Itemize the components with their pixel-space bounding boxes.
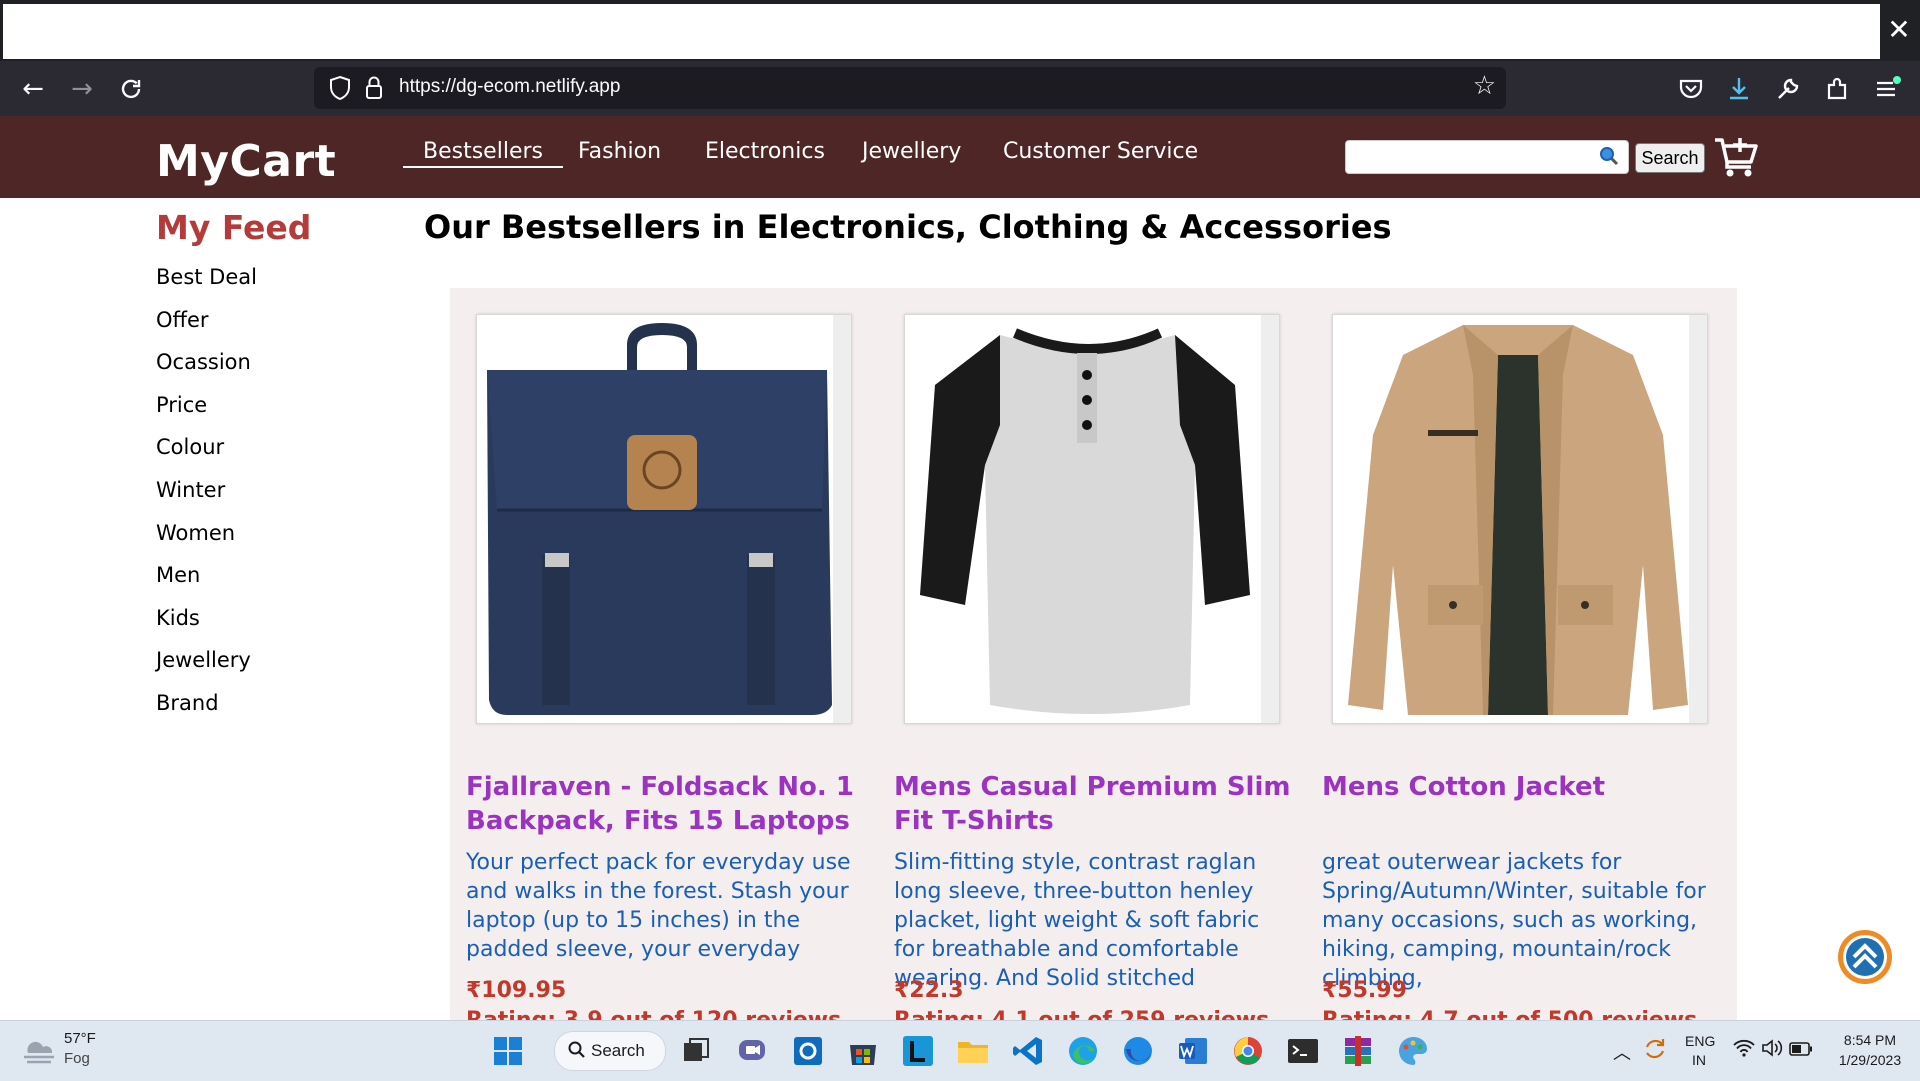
reload-icon[interactable] — [111, 69, 151, 109]
product-grid: Fjallraven - Foldsack No. 1 Backpack, Fi… — [450, 288, 1737, 1033]
windows-start-icon[interactable] — [490, 1033, 526, 1069]
search-button[interactable]: Search — [1635, 143, 1705, 173]
download-icon[interactable] — [1722, 72, 1756, 106]
vscode-icon[interactable] — [1010, 1033, 1046, 1069]
browser-toolbar: ← → https://dg-ecom.netlify.app ☆ — [0, 61, 1920, 116]
url-text[interactable]: https://dg-ecom.netlify.app — [399, 76, 620, 98]
taskbar-search-label: Search — [591, 1041, 645, 1060]
product-price: ₹109.95 — [466, 978, 567, 1003]
clock-date[interactable]: 1/29/2023 — [1828, 1052, 1912, 1068]
product-description: great outerwear jackets for Spring/Autum… — [1322, 850, 1706, 991]
product-image-backpack[interactable] — [476, 314, 852, 724]
bookmark-star-icon[interactable]: ☆ — [1473, 71, 1496, 101]
feed-item-women[interactable]: Women — [156, 518, 257, 561]
site-header: MyCart Bestsellers Fashion Electronics J… — [0, 116, 1920, 198]
back-arrow-icon[interactable]: ← — [13, 69, 53, 109]
app-icon-blue[interactable] — [790, 1033, 826, 1069]
search-input[interactable] — [1345, 140, 1629, 174]
scroll-to-top-button[interactable] — [1838, 930, 1892, 984]
file-explorer-icon[interactable] — [955, 1033, 991, 1069]
firefox-icon[interactable] — [1120, 1033, 1156, 1069]
windows-taskbar: 57°F Fog Search ︿ ENG IN 8:54 PM 1/29/20… — [0, 1020, 1920, 1081]
paint-icon[interactable] — [1395, 1033, 1431, 1069]
menu-icon[interactable] — [1869, 72, 1903, 106]
product-title[interactable]: Fjallraven - Foldsack No. 1 Backpack, Fi… — [466, 770, 866, 838]
chevron-up-icon[interactable]: ︿ — [1613, 1039, 1631, 1065]
site-logo[interactable]: MyCart — [156, 136, 336, 187]
battery-icon[interactable] — [1789, 1041, 1813, 1060]
feed-item-best-deal[interactable]: Best Deal — [156, 262, 257, 305]
chrome-icon[interactable] — [1230, 1033, 1266, 1069]
feed-item-offer[interactable]: Offer — [156, 305, 257, 348]
language-code[interactable]: ENG — [1685, 1033, 1715, 1049]
forward-arrow-icon[interactable]: → — [62, 69, 102, 109]
product-image-jacket[interactable] — [1332, 314, 1708, 724]
feed-item-ocassion[interactable]: Ocassion — [156, 347, 257, 390]
feed-item-colour[interactable]: Colour — [156, 432, 257, 475]
weather-desc[interactable]: Fog — [64, 1050, 90, 1067]
feed-title: My Feed — [156, 208, 312, 247]
feed-item-brand[interactable]: Brand — [156, 688, 257, 731]
nav-fashion[interactable]: Fashion — [578, 139, 661, 164]
nav-jewellery[interactable]: Jewellery — [862, 139, 961, 164]
sync-update-icon[interactable] — [1641, 1035, 1669, 1067]
taskbar-search[interactable]: Search — [554, 1031, 666, 1071]
feed-item-price[interactable]: Price — [156, 390, 257, 433]
app-icon-l[interactable] — [900, 1033, 936, 1069]
feed-list: Best Deal Offer Ocassion Price Colour Wi… — [156, 262, 257, 731]
browser-titlebar: ✕ — [0, 0, 1920, 61]
pocket-icon[interactable] — [1674, 72, 1708, 106]
product-description: Slim-fitting style, contrast raglan long… — [894, 850, 1260, 991]
task-view-icon[interactable] — [678, 1033, 714, 1069]
product-title[interactable]: Mens Cotton Jacket — [1322, 770, 1722, 804]
language-region[interactable]: IN — [1692, 1052, 1706, 1068]
feed-item-men[interactable]: Men — [156, 560, 257, 603]
cart-icon[interactable] — [1713, 134, 1759, 178]
nav-electronics[interactable]: Electronics — [705, 139, 825, 164]
product-price: ₹22.3 — [894, 978, 964, 1003]
wifi-icon[interactable] — [1733, 1039, 1755, 1061]
volume-icon[interactable] — [1761, 1039, 1783, 1061]
nav-bestsellers[interactable]: Bestsellers — [403, 139, 563, 168]
feed-item-jewellery[interactable]: Jewellery — [156, 645, 257, 688]
nav-customer-service[interactable]: Customer Service — [1003, 139, 1198, 164]
product-description: Your perfect pack for everyday use and w… — [466, 850, 851, 962]
fog-weather-icon[interactable] — [20, 1035, 58, 1067]
edge-icon[interactable] — [1065, 1033, 1101, 1069]
product-image-tshirt[interactable] — [904, 314, 1280, 724]
product-title[interactable]: Mens Casual Premium Slim Fit T-Shirts — [894, 770, 1294, 838]
teams-chat-icon[interactable] — [734, 1033, 770, 1069]
search-icon — [1598, 145, 1620, 167]
close-window-icon[interactable]: ✕ — [1883, 10, 1915, 50]
feed-item-winter[interactable]: Winter — [156, 475, 257, 518]
clock-time[interactable]: 8:54 PM — [1835, 1032, 1905, 1048]
lock-icon[interactable] — [358, 72, 390, 104]
terminal-icon[interactable] — [1285, 1033, 1321, 1069]
winrar-icon[interactable] — [1340, 1033, 1376, 1069]
search-icon — [567, 1040, 587, 1064]
blank-title-area — [3, 4, 1880, 59]
extensions-icon[interactable] — [1820, 72, 1854, 106]
product-price: ₹55.99 — [1322, 978, 1407, 1003]
wrench-icon[interactable] — [1771, 72, 1805, 106]
microsoft-store-icon[interactable] — [845, 1033, 881, 1069]
address-bar[interactable]: https://dg-ecom.netlify.app ☆ — [314, 67, 1506, 109]
feed-item-kids[interactable]: Kids — [156, 603, 257, 646]
word-icon[interactable] — [1175, 1033, 1211, 1069]
page-title: Our Bestsellers in Electronics, Clothing… — [424, 208, 1392, 246]
weather-temp[interactable]: 57°F — [64, 1030, 96, 1047]
shield-icon[interactable] — [324, 72, 356, 104]
